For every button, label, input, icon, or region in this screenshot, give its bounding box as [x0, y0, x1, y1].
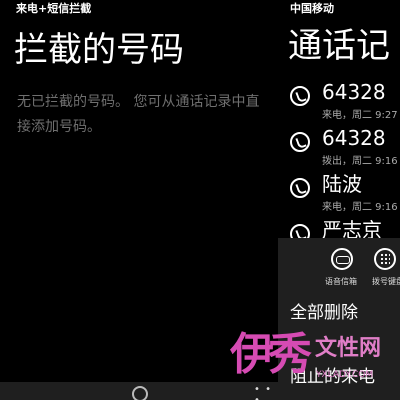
watermark-url: YXLADY.COM — [316, 370, 374, 380]
keypad-label: 拨号键盘 — [372, 277, 400, 286]
keypad-icon — [380, 253, 390, 265]
voicemail-button[interactable] — [331, 248, 353, 270]
page-title: 拦截的号码 — [14, 30, 184, 70]
phone-call-icon — [290, 178, 310, 198]
call-name: 陆波 — [322, 172, 362, 196]
call-meta: 来电，周二 9:27 — [322, 110, 398, 121]
carrier-name: 中国移动 — [290, 2, 334, 15]
phone-screenshot: 来电+短信拦截 拦截的号码 无已拦截的号码。 您可从通话记录中直接添加号码。 •… — [0, 0, 400, 400]
delete-all-menu-item[interactable]: 全部删除 — [290, 302, 358, 324]
voicemail-icon — [336, 256, 350, 264]
appbar-add-icon[interactable] — [132, 386, 148, 400]
watermark-logo: 伊秀 — [230, 329, 312, 380]
call-meta: 来电，周二 9:16 — [322, 202, 398, 213]
call-name: 64328 — [322, 80, 386, 104]
call-history-title: 通话记 — [288, 26, 390, 66]
empty-message: 无已拦截的号码。 您可从通话记录中直接添加号码。 — [17, 94, 260, 135]
call-meta: 拨出，周二 9:16 — [322, 156, 398, 167]
voicemail-label: 语音信箱 — [325, 277, 357, 286]
phone-call-icon — [290, 86, 310, 106]
site-watermark: 伊秀 文性网 YXLADY.COM — [230, 330, 400, 400]
app-title: 来电+短信拦截 — [16, 2, 92, 15]
watermark-site-name: 文性网 — [315, 336, 382, 361]
call-item[interactable]: 64328 来电，周二 9:27 — [288, 80, 400, 124]
call-item[interactable]: 陆波 来电，周二 9:16 — [288, 172, 400, 216]
call-name: 64328 — [322, 126, 386, 150]
call-item[interactable]: 64328 拨出，周二 9:16 — [288, 126, 400, 170]
phone-call-icon — [290, 132, 310, 152]
keypad-button[interactable] — [374, 248, 396, 270]
